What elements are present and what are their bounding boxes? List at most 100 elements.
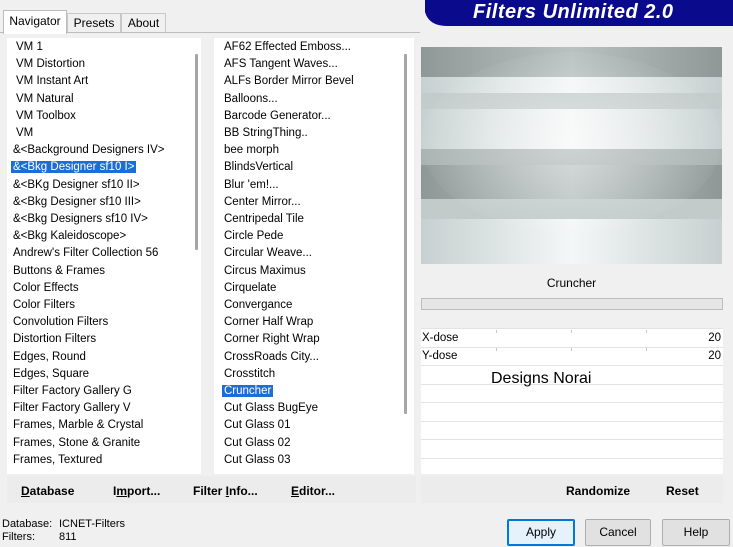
filters-count-value: 811 xyxy=(59,531,77,543)
import-button[interactable]: Import... xyxy=(113,484,160,498)
navigator-button-bar: Database Import... Filter Info... Editor… xyxy=(7,476,416,503)
apply-button[interactable]: Apply xyxy=(507,519,575,546)
category-item[interactable]: VM xyxy=(16,125,33,142)
filter-item-label: Cut Glass 01 xyxy=(224,419,291,432)
category-item[interactable]: VM 1 xyxy=(16,39,43,56)
tab-presets[interactable]: Presets xyxy=(67,13,121,33)
filter-item[interactable]: Center Mirror... xyxy=(224,194,301,211)
category-item-label: Frames, Textured xyxy=(13,453,103,466)
editor-button[interactable]: Editor... xyxy=(291,484,335,498)
randomize-button[interactable]: Randomize xyxy=(566,484,630,498)
filter-scrollbar[interactable] xyxy=(404,54,407,414)
filter-item-label: Circus Maximus xyxy=(224,264,306,277)
filter-info-button[interactable]: Filter Info... xyxy=(193,484,258,498)
filter-item-label: Cirquelate xyxy=(224,281,277,294)
filter-item[interactable]: Cut Glass 01 xyxy=(224,417,290,434)
category-item[interactable]: Distortion Filters xyxy=(13,331,96,348)
app-banner: Filters Unlimited 2.0 xyxy=(425,0,733,26)
filter-item[interactable]: Cruncher xyxy=(222,383,274,400)
reset-button[interactable]: Reset xyxy=(666,484,699,498)
category-item[interactable]: &<Bkg Designer sf10 III> xyxy=(13,194,141,211)
filter-item-label: Centripedal Tile xyxy=(224,213,304,225)
database-button[interactable]: Database xyxy=(21,484,74,498)
filter-item[interactable]: Cirquelate xyxy=(224,280,276,297)
category-item-label: Andrew's Filter Collection 56 xyxy=(13,247,159,260)
category-item[interactable]: VM Distortion xyxy=(16,56,85,73)
filter-item[interactable]: AFS Tangent Waves... xyxy=(224,56,338,73)
category-item[interactable]: &<Bkg Designers sf10 IV> xyxy=(13,211,148,228)
category-item-label: VM Instant Art xyxy=(16,75,89,88)
tab-navigator[interactable]: Navigator xyxy=(3,10,67,34)
filter-item[interactable]: Corner Right Wrap xyxy=(224,331,320,348)
filter-item-label: BB StringThing.. xyxy=(224,127,308,139)
filter-item[interactable]: BB StringThing.. xyxy=(224,125,308,142)
category-item-label: &<Bkg Designers sf10 IV> xyxy=(13,213,148,225)
category-item-label: Convolution Filters xyxy=(13,316,109,329)
filter-item[interactable]: Corner Half Wrap xyxy=(224,314,313,331)
filter-item[interactable]: Barcode Generator... xyxy=(224,108,331,125)
help-button[interactable]: Help xyxy=(662,519,730,546)
filter-item[interactable]: Balloons... xyxy=(224,91,278,108)
category-item[interactable]: VM Natural xyxy=(16,91,74,108)
tab-about[interactable]: About xyxy=(121,13,166,33)
category-item[interactable]: Edges, Square xyxy=(13,366,89,383)
filter-item[interactable]: Circular Weave... xyxy=(224,245,312,262)
filter-item[interactable]: ALFs Border Mirror Bevel xyxy=(224,73,354,90)
param-label-x-dose: X-dose xyxy=(422,332,459,344)
filter-item[interactable]: Circle Pede xyxy=(224,228,283,245)
preview-filter-name: Cruncher xyxy=(546,276,597,290)
filter-item[interactable]: AF62 Effected Emboss... xyxy=(224,39,351,56)
category-item[interactable]: Color Filters xyxy=(13,297,75,314)
filter-item[interactable]: Centripedal Tile xyxy=(224,211,304,228)
category-item[interactable]: &<Bkg Kaleidoscope> xyxy=(13,228,126,245)
category-item-label: Buttons & Frames xyxy=(13,264,106,277)
category-item[interactable]: Frames, Textured xyxy=(13,452,102,469)
param-value-x-dose[interactable]: 20 xyxy=(708,332,721,344)
category-item[interactable]: Edges, Round xyxy=(13,349,86,366)
category-item[interactable]: &<Background Designers IV> xyxy=(13,142,165,159)
category-item[interactable]: Frames, Stone & Granite xyxy=(13,435,140,452)
filter-item[interactable]: Circus Maximus xyxy=(224,263,306,280)
filter-item[interactable]: BlindsVertical xyxy=(224,159,293,176)
category-item-label: Filter Factory Gallery G xyxy=(13,385,132,397)
param-value-y-dose[interactable]: 20 xyxy=(708,350,721,362)
category-item[interactable]: VM Instant Art xyxy=(16,73,88,90)
category-list[interactable]: VM 1 VM Distortion VM Instant Art VM Natura… xyxy=(7,38,201,474)
category-item[interactable]: Andrew's Filter Collection 56 xyxy=(13,245,158,262)
category-item[interactable]: Convolution Filters xyxy=(13,314,108,331)
category-item[interactable]: Filter Factory Gallery G xyxy=(13,383,132,400)
cancel-button[interactable]: Cancel xyxy=(585,519,651,546)
filter-item-label: Center Mirror... xyxy=(224,195,301,208)
category-item-label: &<BKg Designer sf10 II> xyxy=(13,178,140,191)
status-area: Database: ICNET-Filters Filters: 811 xyxy=(2,518,125,544)
param-divider xyxy=(421,439,723,440)
category-item[interactable]: Filter Factory Gallery V xyxy=(13,400,131,417)
filter-item[interactable]: Convergance xyxy=(224,297,292,314)
category-item[interactable]: Color Effects xyxy=(13,280,79,297)
category-item-label: Edges, Round xyxy=(13,350,86,363)
filter-item[interactable]: Cut Glass BugEye xyxy=(224,400,318,417)
category-item-label: VM xyxy=(16,127,34,139)
filter-item-label: Cruncher xyxy=(222,385,274,397)
category-item-label: VM Toolbox xyxy=(16,109,76,122)
category-item-label: Filter Factory Gallery V xyxy=(13,402,131,415)
filter-item[interactable]: Blur 'em!... xyxy=(224,177,279,194)
filter-item[interactable]: CrossRoads City... xyxy=(224,349,319,366)
filter-item-label: CrossRoads City... xyxy=(224,350,320,363)
filter-item[interactable]: bee morph xyxy=(224,142,279,159)
category-item[interactable]: Buttons & Frames xyxy=(13,263,105,280)
filter-item[interactable]: Cut Glass 02 xyxy=(224,435,290,452)
category-item[interactable]: VM Toolbox xyxy=(16,108,76,125)
category-item[interactable]: Frames, Marble & Crystal xyxy=(13,417,143,434)
slider-tick xyxy=(571,330,572,333)
category-item[interactable]: &<Bkg Designer sf10 I> xyxy=(11,159,137,176)
filter-item[interactable]: Cut Glass 03 xyxy=(224,452,290,469)
category-item[interactable]: &<BKg Designer sf10 II> xyxy=(13,177,140,194)
database-value: ICNET-Filters xyxy=(59,518,125,530)
filter-item[interactable]: Crosstitch xyxy=(224,366,275,383)
slider-tick xyxy=(496,348,497,351)
filter-list[interactable]: AF62 Effected Emboss... AFS Tangent Waves… xyxy=(214,38,414,474)
filter-item-label: AF62 Effected Emboss... xyxy=(224,41,351,53)
category-scrollbar[interactable] xyxy=(195,54,198,250)
param-label-y-dose: Y-dose xyxy=(422,350,458,362)
